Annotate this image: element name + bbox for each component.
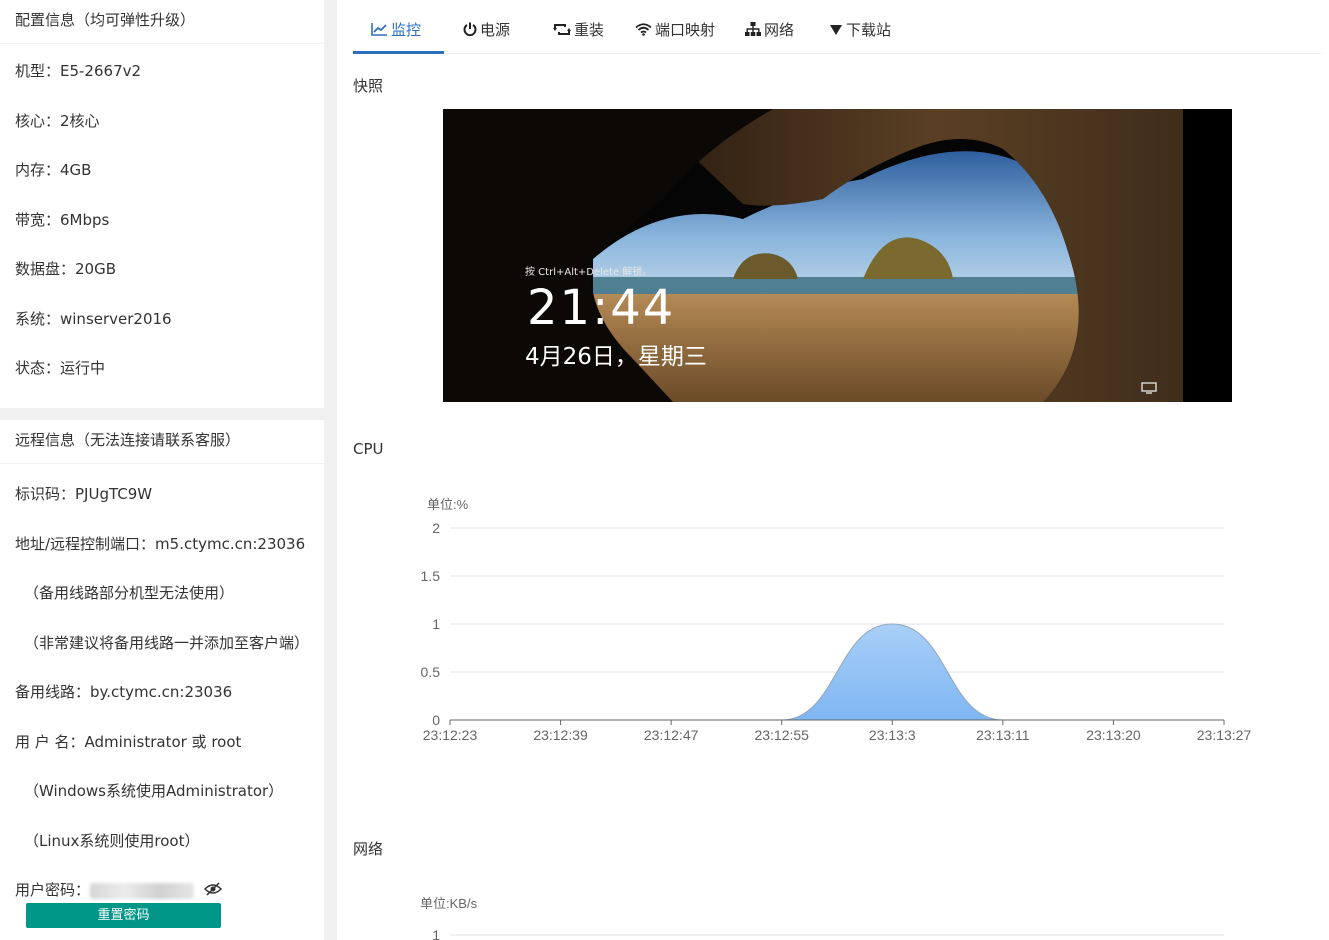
tab-monitor[interactable]: 监控 (371, 0, 421, 54)
remote-note-add-backup: （非常建议将备用线路一并添加至客户端） (24, 634, 310, 652)
snapshot-unlock-hint: 按 Ctrl+Alt+Delete 解锁。 (525, 267, 653, 278)
remote-address: 地址/远程控制端口：m5.ctymc.cn:23036 (15, 535, 306, 553)
tab-port-mapping-label: 端口映射 (655, 21, 716, 39)
snapshot-date: 4月26日，星期三 (525, 344, 707, 370)
network-y-tick-label: 1 (432, 927, 440, 940)
caret-down-icon (829, 1, 843, 61)
cpu-x-tick-label: 23:12:55 (754, 727, 809, 743)
tab-download-label: 下载站 (846, 21, 892, 39)
remote-backup-line: 备用线路：by.ctymc.cn:23036 (15, 683, 233, 701)
tab-download[interactable]: 下载站 (829, 0, 891, 54)
tab-power-label: 电源 (480, 21, 511, 39)
tab-reinstall[interactable]: 重装 (553, 0, 604, 54)
cpu-x-tick-label: 23:13:27 (1197, 727, 1252, 743)
page: 配置信息（均可弹性升级） 机型：E5-2667v2 核心：2核心 内存：4GB … (0, 0, 1329, 940)
active-tab-indicator (353, 51, 444, 54)
remote-id: 标识码：PJUgTC9W (15, 485, 153, 503)
tab-power[interactable]: 电源 (463, 0, 510, 54)
tab-bar: 监控 电源 重装 端口映射 网络 下载站 (353, 0, 1321, 54)
tab-network-label: 网络 (764, 21, 795, 39)
remote-note-windows: （Windows系统使用Administrator） (24, 782, 284, 800)
cpu-title: CPU (353, 440, 384, 458)
tab-port-mapping[interactable]: 端口映射 (635, 0, 715, 54)
left-panel: 配置信息（均可弹性升级） 机型：E5-2667v2 核心：2核心 内存：4GB … (0, 0, 324, 940)
tab-reinstall-label: 重装 (574, 21, 605, 39)
cpu-y-tick-label: 1.5 (421, 568, 441, 584)
remote-card-title: 远程信息（无法连接请联系客服） (0, 420, 324, 464)
password-value-masked (90, 882, 195, 899)
remote-note-backup-unavailable: （备用线路部分机型无法使用） (24, 584, 235, 602)
retweet-icon (553, 1, 571, 61)
snapshot-time: 21:44 (527, 280, 676, 336)
cpu-y-tick-label: 2 (432, 520, 440, 536)
network-title: 网络 (353, 840, 384, 858)
vm-snapshot[interactable]: 按 Ctrl+Alt+Delete 解锁。 21:44 4月26日，星期三 (443, 109, 1232, 402)
config-disk: 数据盘：20GB (15, 260, 117, 278)
cpu-x-tick-label: 23:12:47 (644, 727, 699, 743)
config-card: 配置信息（均可弹性升级） 机型：E5-2667v2 核心：2核心 内存：4GB … (0, 0, 324, 408)
network-unit-label: 单位:KB/s (420, 896, 478, 911)
cpu-x-tick-label: 23:13:11 (976, 727, 1030, 743)
config-bandwidth: 带宽：6Mbps (15, 211, 110, 229)
cpu-x-tick-label: 23:12:39 (533, 727, 588, 743)
config-os: 系统：winserver2016 (15, 310, 172, 328)
eye-slash-icon[interactable] (203, 881, 223, 900)
remote-username: 用 户 名：Administrator 或 root (15, 733, 242, 751)
monitor-icon (1141, 379, 1157, 398)
cpu-chart: 单位:% 0 0.5 1 1.5 2 23:12:23 23:12:39 23:12:47 23:… (421, 497, 1252, 743)
power-icon (463, 1, 477, 61)
remote-password-row: 用户密码： (15, 879, 223, 900)
cpu-y-tick-label: 0 (432, 712, 440, 728)
cpu-x-tick-label: 23:13:3 (869, 727, 916, 743)
config-model: 机型：E5-2667v2 (15, 62, 142, 80)
config-card-title: 配置信息（均可弹性升级） (0, 0, 324, 44)
reset-password-button[interactable]: 重置密码 (26, 903, 221, 928)
cpu-x-tick-label: 23:12:23 (423, 727, 478, 743)
network-chart: 单位:KB/s 1 (420, 896, 1224, 940)
password-label: 用户密码： (15, 881, 91, 899)
remote-card: 远程信息（无法连接请联系客服） 标识码：PJUgTC9W 地址/远程控制端口：m… (0, 420, 324, 940)
wifi-icon (635, 1, 652, 61)
cpu-unit-label: 单位:% (427, 497, 469, 512)
remote-note-linux: （Linux系统则使用root） (24, 832, 200, 850)
tab-monitor-label: 监控 (391, 21, 422, 39)
cpu-y-tick-label: 1 (432, 616, 440, 632)
config-status: 状态：运行中 (15, 359, 106, 377)
tab-network[interactable]: 网络 (745, 0, 794, 54)
sitemap-icon (745, 1, 761, 61)
config-cores: 核心：2核心 (15, 112, 100, 130)
cpu-y-tick-label: 0.5 (421, 664, 441, 680)
snapshot-title: 快照 (353, 77, 384, 95)
cpu-x-tick-label: 23:13:20 (1086, 727, 1141, 743)
main-panel: 监控 电源 重装 端口映射 网络 下载站 快照 按 Ctrl+Alt+Delet… (337, 0, 1329, 940)
config-memory: 内存：4GB (15, 161, 92, 179)
